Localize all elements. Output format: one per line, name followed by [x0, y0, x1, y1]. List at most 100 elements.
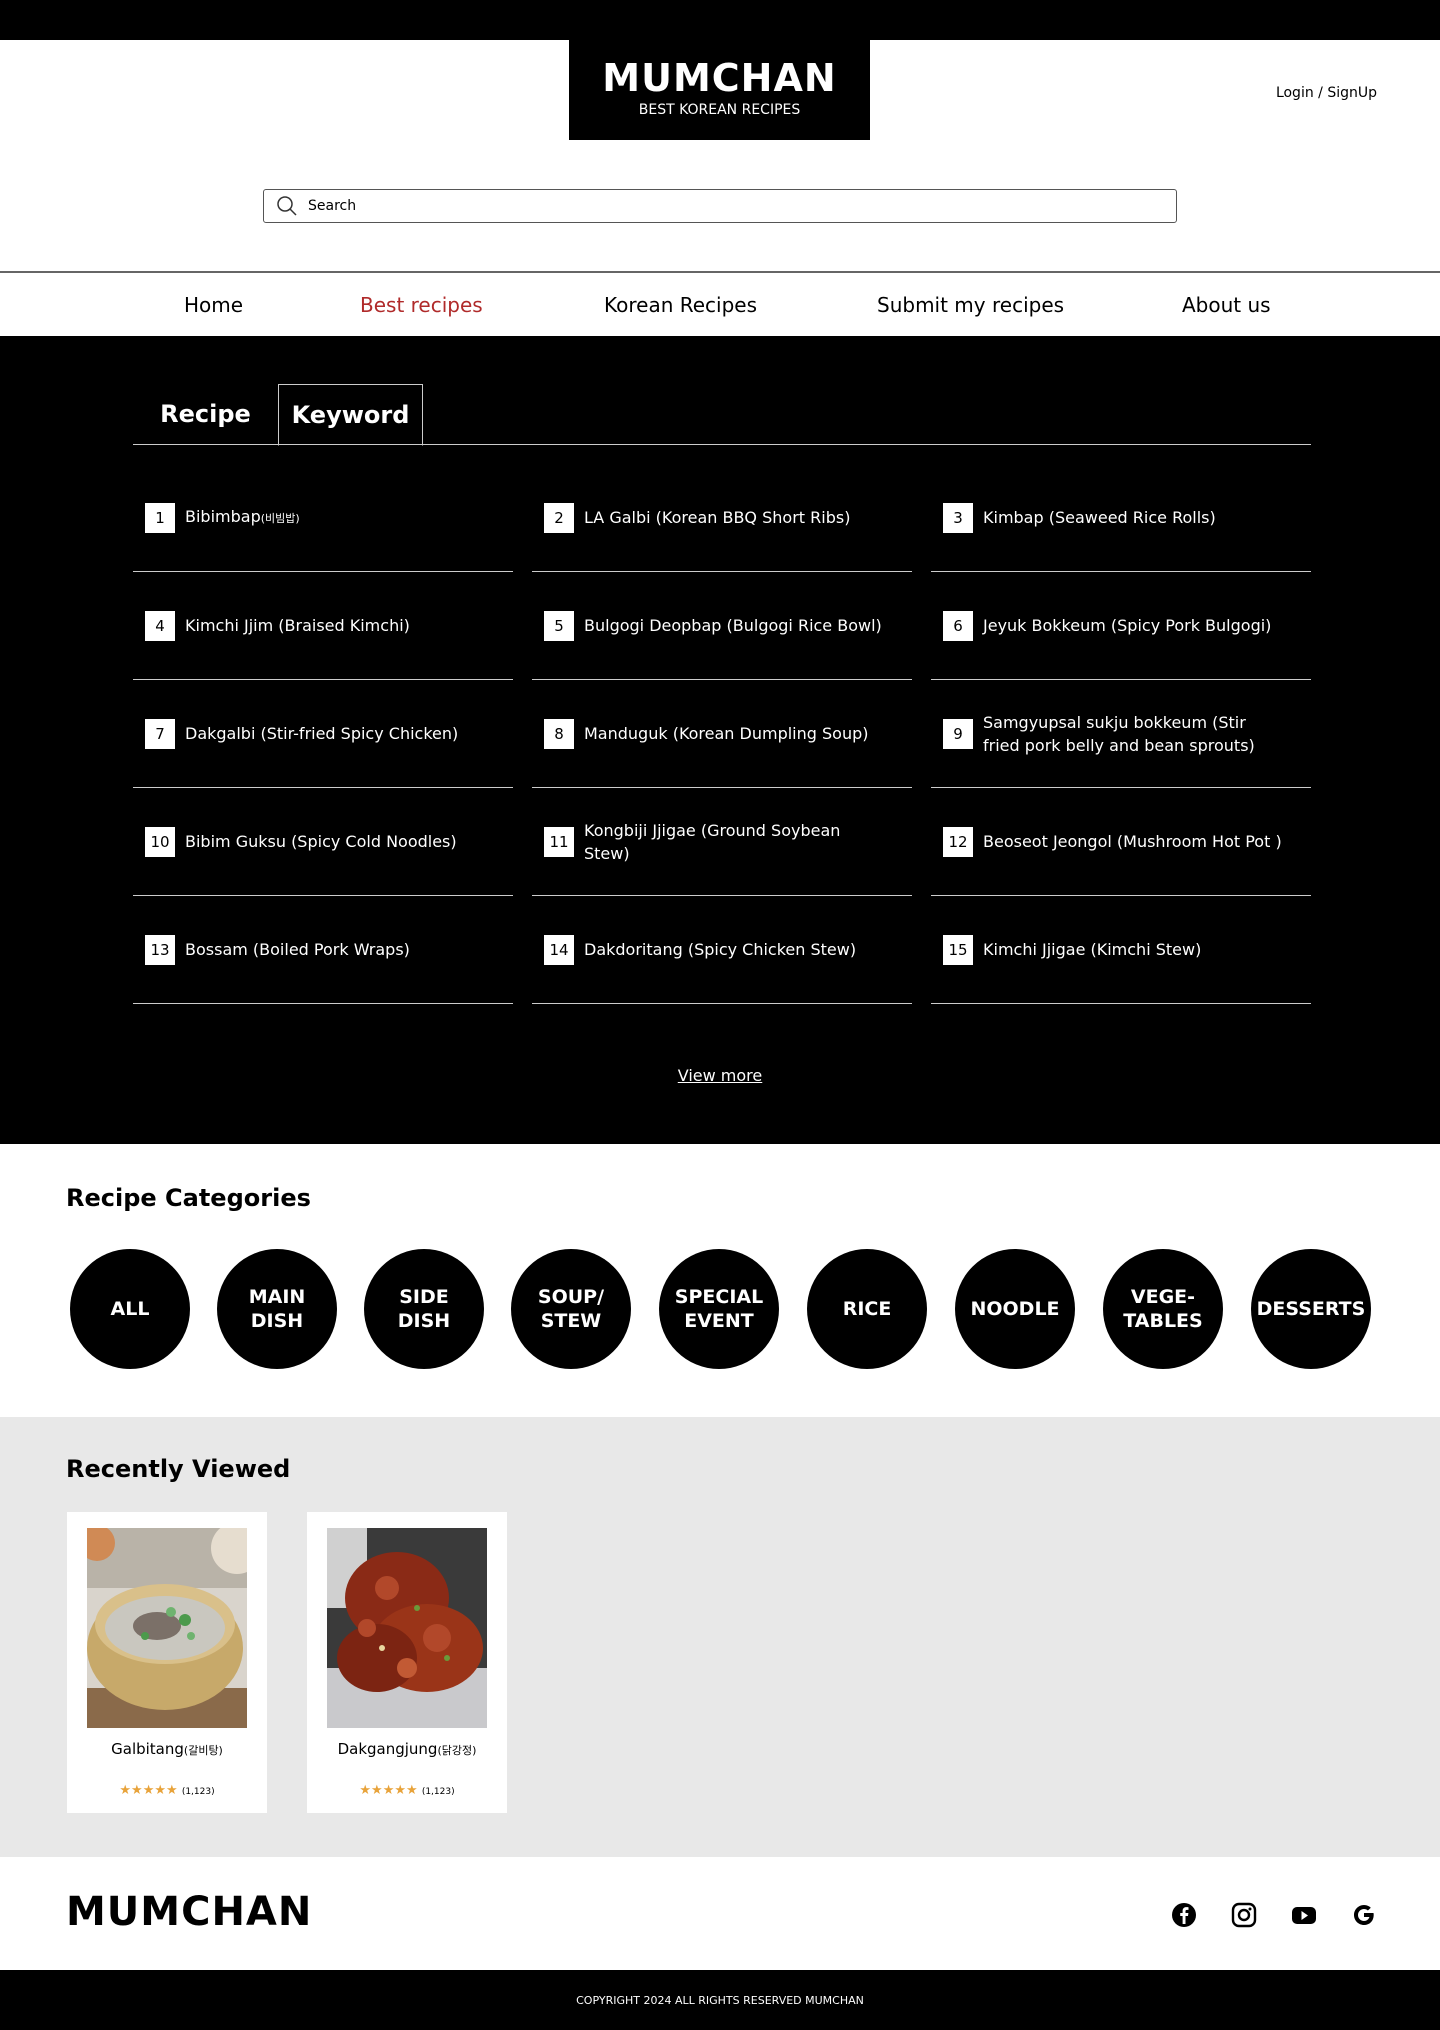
- ranking-item-label: Kongbiji Jjigae (Ground Soybean Stew): [584, 820, 841, 863]
- category-special-event[interactable]: SPECIAL EVENT: [659, 1249, 779, 1369]
- ranking-item[interactable]: 12 Beoseot Jeongol (Mushroom Hot Pot ): [931, 788, 1311, 896]
- ranking-item[interactable]: 3 Kimbap (Seaweed Rice Rolls): [931, 464, 1311, 572]
- login-signup-link[interactable]: Login / SignUp: [1276, 85, 1377, 101]
- tab-keyword[interactable]: Keyword: [278, 384, 423, 446]
- nav-korean-recipes[interactable]: Korean Recipes: [604, 293, 757, 317]
- recipe-card[interactable]: Galbitang(갈비탕) ★★★★★ (1,123): [67, 1512, 267, 1813]
- logo-tagline: BEST KOREAN RECIPES: [638, 102, 801, 118]
- category-main-dish[interactable]: MAIN DISH: [217, 1249, 337, 1369]
- youtube-icon[interactable]: [1290, 1901, 1318, 1929]
- rank-number: 12: [943, 826, 973, 857]
- nav-best-recipes[interactable]: Best recipes: [360, 293, 483, 317]
- site-footer: MUMCHAN: [0, 1857, 1440, 1970]
- logo[interactable]: MUMCHAN BEST KOREAN RECIPES: [569, 40, 870, 140]
- galbitang-image: [87, 1528, 247, 1728]
- nav-home[interactable]: Home: [184, 293, 243, 317]
- category-side-dish[interactable]: SIDE DISH: [364, 1249, 484, 1369]
- ranking-item-label: Samgyupsal sukju bokkeum (Stir fried por…: [983, 712, 1255, 755]
- ranking-item-label: Manduguk (Korean Dumpling Soup): [584, 724, 869, 743]
- card-title: Dakgangjung: [337, 1740, 438, 1758]
- card-title: Galbitang: [111, 1740, 184, 1758]
- rating: ★★★★★ (1,123): [307, 1783, 507, 1798]
- dakgangjung-image: [327, 1528, 487, 1728]
- top-bar: [0, 0, 1440, 40]
- rank-number: 1: [145, 502, 175, 533]
- search-bar[interactable]: [263, 189, 1177, 223]
- ranking-item-korean: (비빔밥): [260, 512, 300, 525]
- card-korean-name: (닭강정): [437, 1744, 477, 1757]
- rank-number: 3: [943, 502, 973, 533]
- rank-number: 6: [943, 610, 973, 641]
- ranking-item-label: Jeyuk Bokkeum (Spicy Pork Bulgogi): [983, 616, 1272, 635]
- copyright-text: COPYRIGHT 2024 ALL RIGHTS RESERVED MUMCH…: [576, 1993, 864, 2007]
- category-all[interactable]: ALL: [70, 1249, 190, 1369]
- rating-count: (1,123): [181, 1787, 215, 1797]
- star-rating: ★★★★★: [359, 1783, 418, 1798]
- ranking-item[interactable]: 13 Bossam (Boiled Pork Wraps): [133, 896, 513, 1004]
- ranking-item-label: LA Galbi (Korean BBQ Short Ribs): [584, 508, 851, 527]
- rating-count: (1,123): [421, 1787, 455, 1797]
- main-nav: Home Best recipes Korean Recipes Submit …: [0, 271, 1440, 336]
- view-more-link[interactable]: View more: [678, 1066, 763, 1085]
- nav-submit-recipes[interactable]: Submit my recipes: [877, 293, 1064, 317]
- ranking-item-label: Dakdoritang (Spicy Chicken Stew): [584, 940, 857, 959]
- rank-number: 8: [544, 718, 574, 749]
- category-rice[interactable]: RICE: [807, 1249, 927, 1369]
- rank-number: 9: [943, 718, 973, 749]
- ranking-item[interactable]: 14 Dakdoritang (Spicy Chicken Stew): [532, 896, 912, 1004]
- ranking-item-label: Kimbap (Seaweed Rice Rolls): [983, 508, 1216, 527]
- ranking-tabs: Recipe Keyword: [133, 384, 1311, 446]
- ranking-item[interactable]: 6 Jeyuk Bokkeum (Spicy Pork Bulgogi): [931, 572, 1311, 680]
- ranking-item-label: Bibimbap: [185, 507, 261, 526]
- recipe-categories: Recipe Categories ALL MAIN DISH SIDE DIS…: [0, 1144, 1440, 1417]
- category-soup-stew[interactable]: SOUP/ STEW: [511, 1249, 631, 1369]
- rank-number: 5: [544, 610, 574, 641]
- ranking-item[interactable]: 7 Dakgalbi (Stir-fried Spicy Chicken): [133, 680, 513, 788]
- ranking-item[interactable]: 11 Kongbiji Jjigae (Ground Soybean Stew): [532, 788, 912, 896]
- ranking-item[interactable]: 4 Kimchi Jjim (Braised Kimchi): [133, 572, 513, 680]
- search-input[interactable]: [308, 198, 1176, 214]
- category-noodle[interactable]: NOODLE: [955, 1249, 1075, 1369]
- rank-number: 7: [145, 718, 175, 749]
- recipe-card[interactable]: Dakgangjung(닭강정) ★★★★★ (1,123): [307, 1512, 507, 1813]
- rank-number: 14: [544, 934, 574, 965]
- ranking-item-label: Kimchi Jjim (Braised Kimchi): [185, 616, 410, 635]
- rank-number: 11: [544, 826, 574, 857]
- ranking-item[interactable]: 1 Bibimbap(비빔밥): [133, 464, 513, 572]
- category-vegetables[interactable]: VEGE- TABLES: [1103, 1249, 1223, 1369]
- recently-viewed-title: Recently Viewed: [66, 1455, 291, 1483]
- facebook-icon[interactable]: [1170, 1901, 1198, 1929]
- ranking-item[interactable]: 2 LA Galbi (Korean BBQ Short Ribs): [532, 464, 912, 572]
- copyright-bar: COPYRIGHT 2024 ALL RIGHTS RESERVED MUMCH…: [0, 1970, 1440, 2030]
- google-icon[interactable]: [1350, 1901, 1378, 1929]
- recently-viewed: Recently Viewed Galbitang(갈비탕) ★★★★★ (1,…: [0, 1417, 1440, 1857]
- ranking-item-label: Bulgogi Deopbap (Bulgogi Rice Bowl): [584, 616, 882, 635]
- ranking-item[interactable]: 5 Bulgogi Deopbap (Bulgogi Rice Bowl): [532, 572, 912, 680]
- ranking-item[interactable]: 15 Kimchi Jjigae (Kimchi Stew): [931, 896, 1311, 1004]
- ranking-item-label: Bibim Guksu (Spicy Cold Noodles): [185, 832, 457, 851]
- footer-logo[interactable]: MUMCHAN: [66, 1889, 312, 1935]
- ranking-item[interactable]: 9 Samgyupsal sukju bokkeum (Stir fried p…: [931, 680, 1311, 788]
- ranking-item-label: Dakgalbi (Stir-fried Spicy Chicken): [185, 724, 459, 743]
- categories-title: Recipe Categories: [66, 1184, 311, 1212]
- ranking-item-label: Kimchi Jjigae (Kimchi Stew): [983, 940, 1202, 959]
- rank-number: 10: [145, 826, 175, 857]
- category-desserts[interactable]: DESSERTS: [1251, 1249, 1371, 1369]
- ranking-item-label: Beoseot Jeongol (Mushroom Hot Pot ): [983, 832, 1282, 851]
- logo-title: MUMCHAN: [602, 56, 837, 100]
- ranking-item[interactable]: 10 Bibim Guksu (Spicy Cold Noodles): [133, 788, 513, 896]
- card-korean-name: (갈비탕): [183, 1744, 223, 1757]
- rank-number: 15: [943, 934, 973, 965]
- ranking-item[interactable]: 8 Manduguk (Korean Dumpling Soup): [532, 680, 912, 788]
- ranking-item-label: Bossam (Boiled Pork Wraps): [185, 940, 410, 959]
- star-rating: ★★★★★: [119, 1783, 178, 1798]
- rank-number: 4: [145, 610, 175, 641]
- tab-recipe[interactable]: Recipe: [133, 384, 278, 445]
- instagram-icon[interactable]: [1230, 1901, 1258, 1929]
- search-icon[interactable]: [276, 195, 298, 217]
- rating: ★★★★★ (1,123): [67, 1783, 267, 1798]
- rank-number: 2: [544, 502, 574, 533]
- nav-about-us[interactable]: About us: [1182, 293, 1271, 317]
- site-header: MUMCHAN BEST KOREAN RECIPES Login / Sign…: [0, 40, 1440, 271]
- rank-number: 13: [145, 934, 175, 965]
